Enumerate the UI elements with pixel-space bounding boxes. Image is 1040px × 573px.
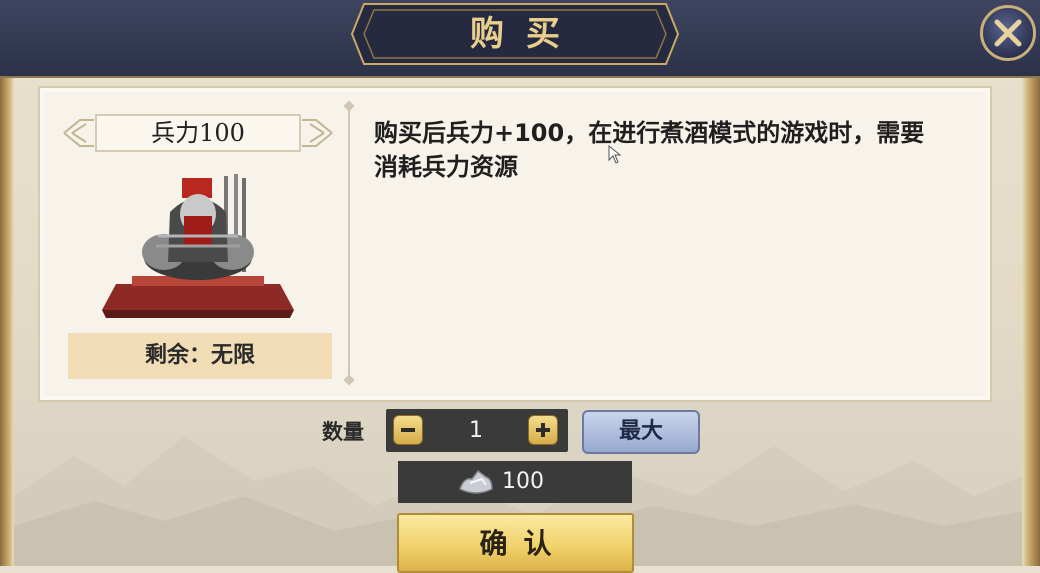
cost-display: 100 <box>398 461 632 503</box>
remaining-stock: 剩余：无限 <box>68 333 332 379</box>
soldier-armor-icon <box>102 174 294 318</box>
quantity-label: 数量 <box>322 420 364 444</box>
item-name: 兵力100 <box>151 119 245 147</box>
item-description: 购买后兵力+100，在进行煮酒模式的游戏时，需要消耗兵力资源 <box>374 119 925 181</box>
mouse-cursor-icon <box>608 145 622 164</box>
confirm-button[interactable]: 确认 <box>397 513 634 573</box>
cost-value: 100 <box>502 469 544 494</box>
plus-icon <box>536 423 550 437</box>
max-button[interactable]: 最大 <box>582 410 700 454</box>
increase-button[interactable] <box>528 415 558 445</box>
minus-icon <box>401 428 415 432</box>
item-name-plate: 兵力100 <box>60 112 336 154</box>
page-title: 购买 <box>470 14 582 54</box>
close-button[interactable] <box>980 5 1036 61</box>
close-icon <box>994 19 1022 47</box>
decrease-button[interactable] <box>393 415 423 445</box>
frame-right <box>1022 76 1040 566</box>
frame-left <box>0 76 14 566</box>
quantity-stepper: 1 <box>386 409 568 452</box>
title-plate: 购买 <box>350 2 680 66</box>
silver-ingot-icon <box>459 469 493 494</box>
header-bar: 购买 <box>0 0 1040 78</box>
quantity-input[interactable]: 1 <box>426 409 526 452</box>
panel-divider <box>348 104 350 382</box>
